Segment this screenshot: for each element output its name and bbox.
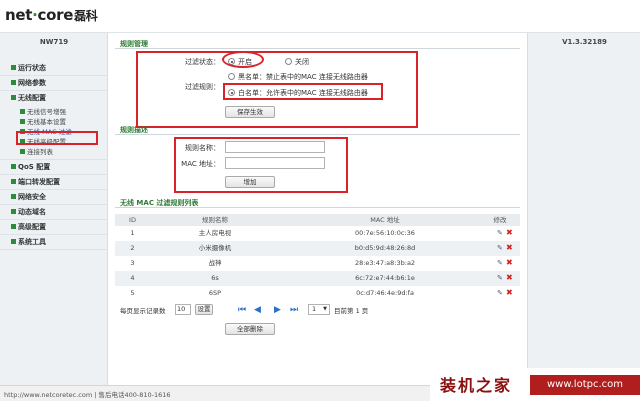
cell-id: 1 <box>130 229 135 237</box>
top-bar: net·core磊科 <box>0 0 640 33</box>
menu-bullet-icon <box>11 209 16 214</box>
right-pane: V1.3.32189 <box>527 33 640 385</box>
edit-icon[interactable]: ✎ <box>497 260 504 267</box>
highlight-mac-filter-menu <box>16 131 98 145</box>
delete-icon[interactable]: ✖ <box>506 229 513 237</box>
cell-name: 小米摄像机 <box>198 244 232 252</box>
menu-item-ddns[interactable]: 动态域名 <box>0 205 108 220</box>
cell-id: 4 <box>130 274 135 282</box>
delete-all-button[interactable]: 全部删除 <box>225 323 275 335</box>
page-select[interactable]: 1 ▼ <box>308 304 330 315</box>
watermark-url: www.lotpc.com <box>530 375 640 395</box>
cell-mac: 6c:72:e7:44:b6:1e <box>355 274 415 282</box>
menu-bullet-icon <box>11 239 16 244</box>
left-sidebar: NW719 运行状态 网络参数 无线配置 无线信号增强 无线基本设置 无线 MA… <box>0 33 108 385</box>
menu-item-wireless[interactable]: 无线配置 <box>0 91 108 106</box>
highlight-rule-desc <box>174 137 348 193</box>
divider <box>115 134 520 135</box>
menu-item-security[interactable]: 网络安全 <box>0 190 108 205</box>
table-row: 1 主人房电视 00:7e:56:10:0c:36 ✎ ✖ <box>115 226 520 241</box>
menu-bullet-icon <box>11 80 16 85</box>
cell-mac: 00:7e:56:10:0c:36 <box>355 229 415 237</box>
cell-mac: 0c:d7:46:4e:9d:fa <box>356 289 414 297</box>
divider <box>115 207 520 208</box>
menu-item-advanced-config[interactable]: 高级配置 <box>0 220 108 235</box>
submenu-bullet-icon <box>20 119 25 124</box>
menu-bullet-icon <box>11 164 16 169</box>
footer-text: http://www.netcoretec.com | 售后电话400-810-… <box>4 391 171 399</box>
per-page-label: 每页显示记录数 <box>120 307 166 315</box>
menu-item-qos[interactable]: QoS 配置 <box>0 160 108 175</box>
menu-item-port-forward[interactable]: 端口转发配置 <box>0 175 108 190</box>
menu-bullet-icon <box>11 194 16 199</box>
first-page-icon[interactable]: ⏮ <box>238 306 246 315</box>
model-name: NW719 <box>39 38 69 46</box>
netcore-logo: net·core磊科 <box>5 6 98 24</box>
table-row: 4 6s 6c:72:e7:44:b6:1e ✎ ✖ <box>115 271 520 286</box>
highlight-rule-mgmt <box>136 51 418 128</box>
cell-id: 3 <box>130 259 135 267</box>
watermark-cn: 装机之家 <box>440 376 513 395</box>
menu-item-network[interactable]: 网络参数 <box>0 76 108 91</box>
col-header-mac: MAC 地址 <box>370 216 400 224</box>
cell-id: 2 <box>130 244 135 252</box>
cell-mac: 28:e3:47:a8:3b:a2 <box>354 259 416 267</box>
firmware-version: V1.3.32189 <box>562 38 607 46</box>
next-page-icon[interactable]: ▶ <box>274 306 281 315</box>
col-header-edit: 修改 <box>493 216 507 224</box>
menu-item-system-tools[interactable]: 系统工具 <box>0 235 108 250</box>
edit-icon[interactable]: ✎ <box>497 275 504 282</box>
menu-bullet-icon <box>11 65 16 70</box>
cell-name: 主人房电视 <box>198 229 232 237</box>
watermark: 装机之家 www.lotpc.com <box>430 368 640 401</box>
chevron-down-icon: ▼ <box>323 306 327 312</box>
cell-mac: b0:d5:9d:48:26:8d <box>354 244 416 252</box>
submenu-item-connections[interactable]: 连接列表 <box>0 147 108 157</box>
edit-icon[interactable]: ✎ <box>497 290 504 297</box>
prev-page-icon[interactable]: ◀ <box>254 306 261 315</box>
menu-item-status[interactable]: 运行状态 <box>0 61 108 76</box>
delete-icon[interactable]: ✖ <box>506 244 513 252</box>
cell-name: 6SP <box>208 289 222 297</box>
divider <box>115 48 520 49</box>
delete-icon[interactable]: ✖ <box>506 259 513 267</box>
page-info: 目前第 1 页 <box>334 307 369 315</box>
cell-name: 6s <box>211 274 219 282</box>
table-row: 2 小米摄像机 b0:d5:9d:48:26:8d ✎ ✖ <box>115 241 520 256</box>
table-header: ID 规则名称 MAC 地址 修改 <box>115 214 520 226</box>
per-page-input[interactable]: 10 <box>175 304 191 315</box>
menu-bullet-icon <box>11 224 16 229</box>
delete-icon[interactable]: ✖ <box>506 274 513 282</box>
col-header-name: 规则名称 <box>202 216 228 224</box>
col-header-id: ID <box>129 216 136 224</box>
table-row: 5 6SP 0c:d7:46:4e:9d:fa ✎ ✖ <box>115 286 520 301</box>
submenu-item-signal[interactable]: 无线信号增强 <box>0 107 108 117</box>
cell-name: 战神 <box>208 259 222 267</box>
menu-bullet-icon <box>11 95 16 100</box>
table-row: 3 战神 28:e3:47:a8:3b:a2 ✎ ✖ <box>115 256 520 271</box>
delete-icon[interactable]: ✖ <box>506 289 513 297</box>
edit-icon[interactable]: ✎ <box>497 245 504 252</box>
submenu-bullet-icon <box>20 149 25 154</box>
main-menu: 运行状态 网络参数 无线配置 无线信号增强 无线基本设置 无线 MAC 过滤 无… <box>0 61 108 250</box>
edit-icon[interactable]: ✎ <box>497 230 504 237</box>
set-per-page-button[interactable]: 设置 <box>195 304 213 315</box>
cell-id: 5 <box>130 289 135 297</box>
menu-bullet-icon <box>11 179 16 184</box>
last-page-icon[interactable]: ⏭ <box>290 306 298 315</box>
submenu-item-basic[interactable]: 无线基本设置 <box>0 117 108 127</box>
submenu-bullet-icon <box>20 109 25 114</box>
